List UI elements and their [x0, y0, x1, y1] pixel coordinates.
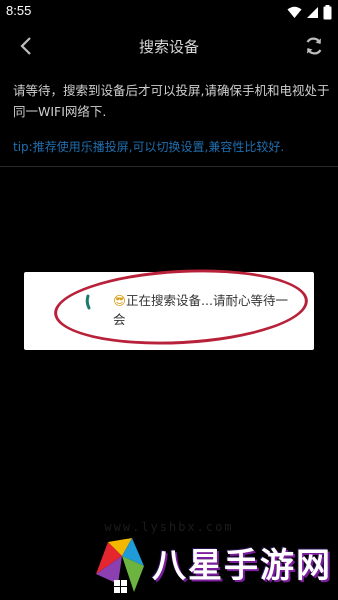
status-time: 8:55: [6, 3, 32, 18]
status-bar: 8:55: [0, 0, 338, 24]
battery-icon: [323, 4, 332, 19]
refresh-button[interactable]: [300, 32, 328, 60]
divider: [0, 166, 338, 167]
brand-watermark: 八星手游网: [88, 534, 338, 600]
signal-icon: [307, 6, 318, 18]
brand-name: 八星手游网: [152, 546, 332, 586]
wifi-icon: [287, 6, 302, 18]
watermark-url: www.lyshbx.com: [104, 520, 234, 534]
title-bar: 搜索设备: [0, 24, 338, 68]
refresh-icon: [306, 37, 322, 55]
page-title: 搜索设备: [138, 38, 199, 56]
brand-logo-icon: [96, 538, 144, 593]
status-icons: [287, 4, 332, 20]
search-hint-text: 请等待，搜索到设备后才可以投屏,请确保手机和电视处于同一WIFI网络下.: [13, 83, 330, 119]
tip-text: tip:推荐使用乐播投屏,可以切换设置,兼容性比较好.: [13, 140, 285, 154]
